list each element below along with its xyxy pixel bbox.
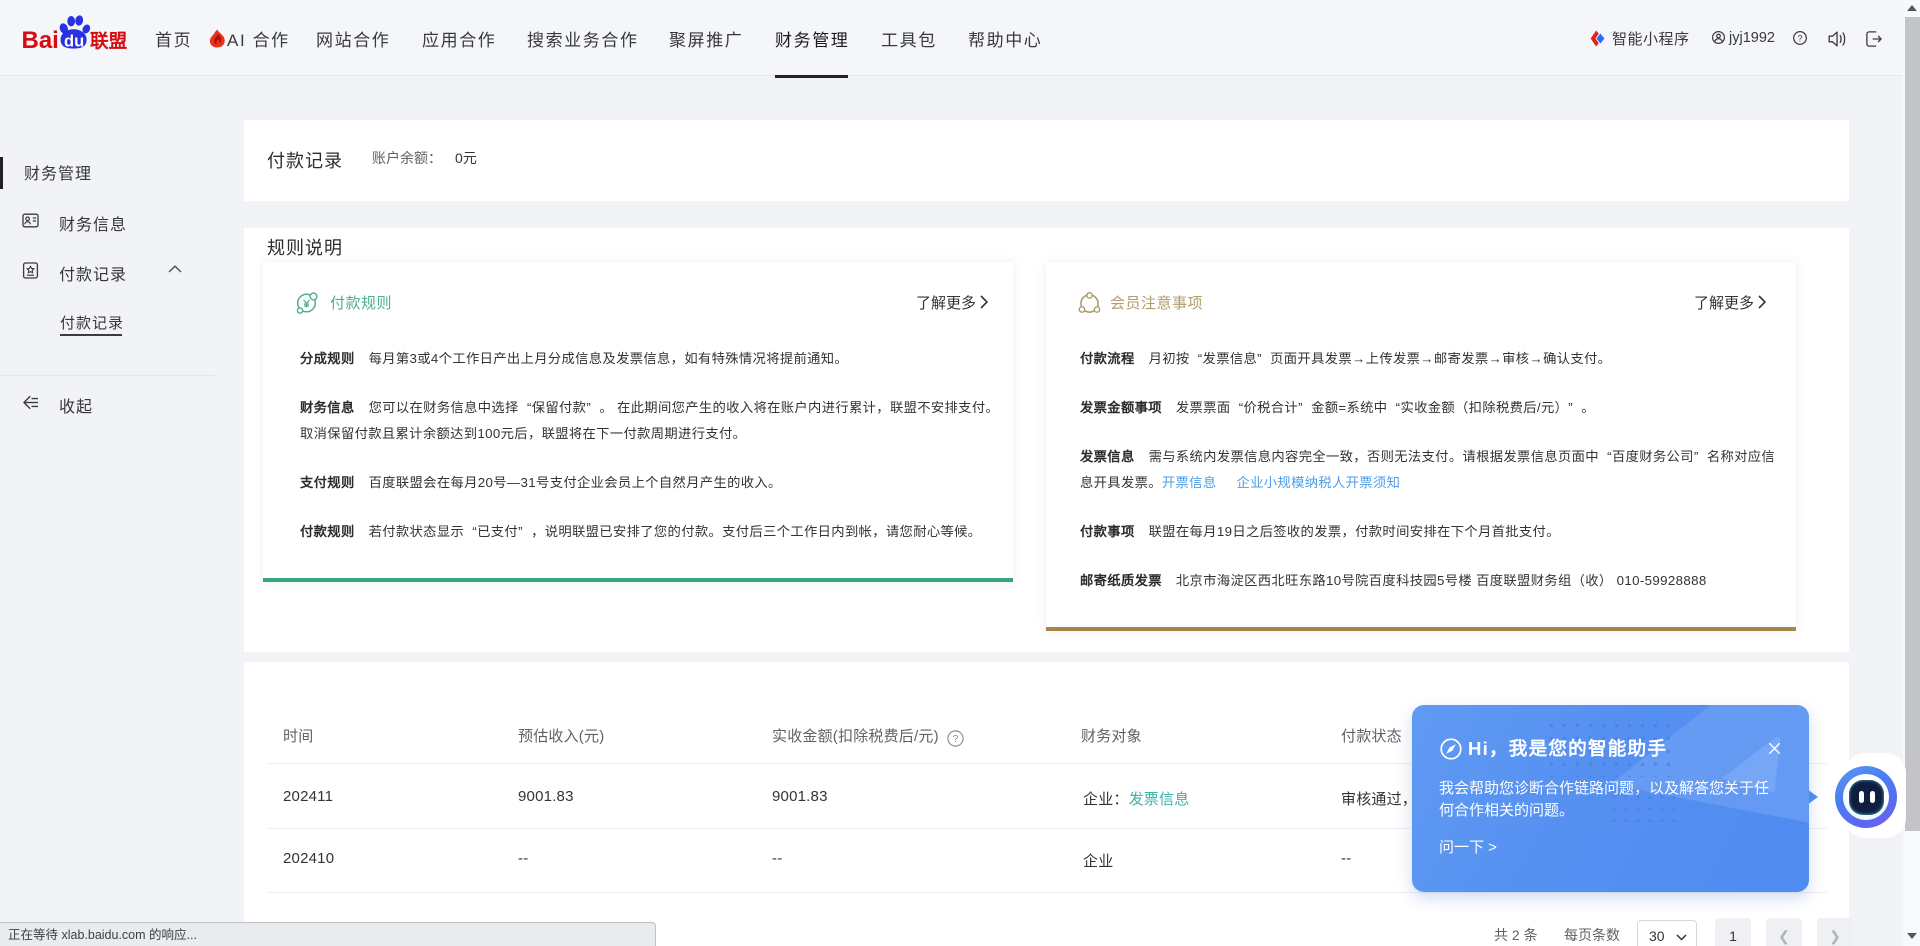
svg-text:?: ? (1797, 33, 1802, 43)
svg-text:?: ? (953, 733, 959, 745)
svg-text:联盟: 联盟 (90, 31, 128, 52)
svg-text:Bai: Bai (22, 27, 59, 54)
svg-text:du: du (64, 33, 84, 51)
